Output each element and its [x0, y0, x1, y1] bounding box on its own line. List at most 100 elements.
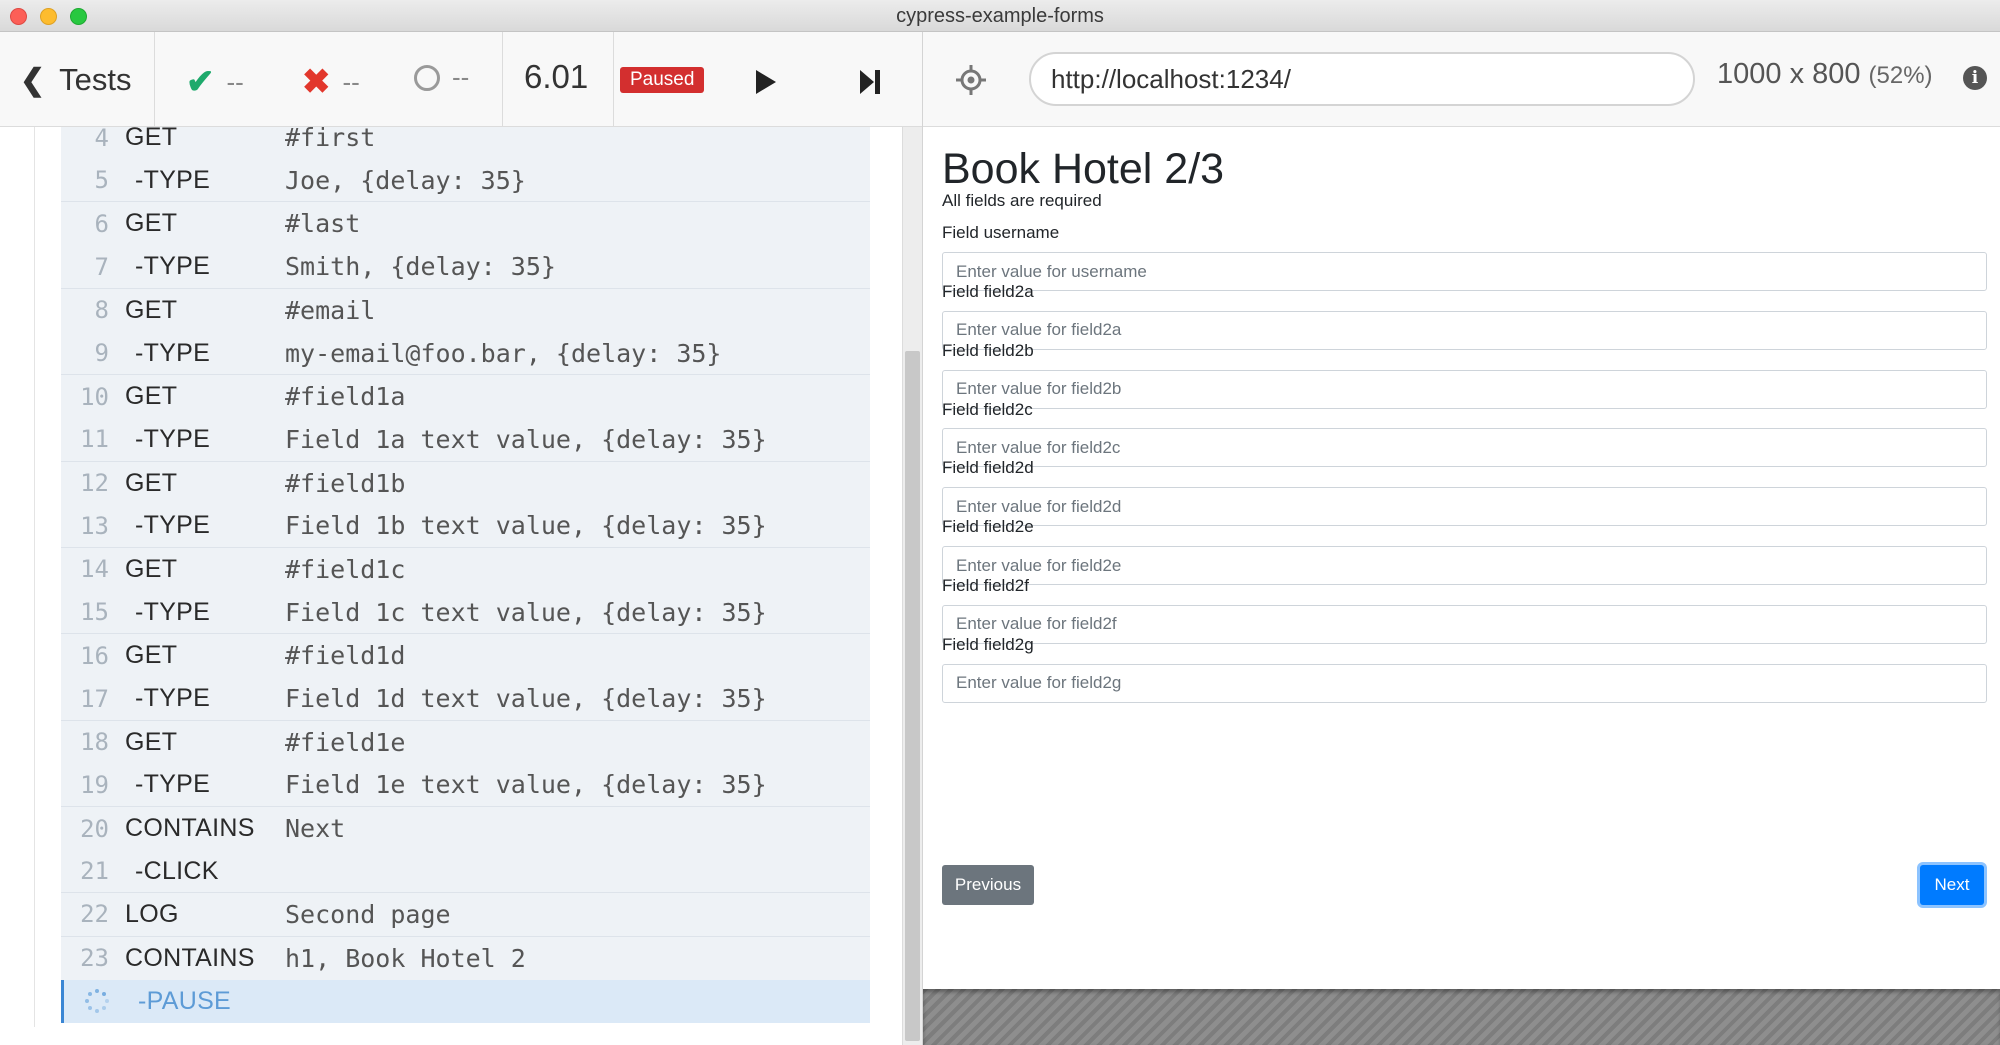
command-name: GET	[125, 127, 178, 152]
command-message: #first	[285, 127, 376, 153]
field-input[interactable]	[942, 252, 1987, 291]
url-bar[interactable]: http://localhost:1234/	[1029, 52, 1695, 106]
info-icon[interactable]: i	[1963, 66, 1987, 90]
command-number: 8	[94, 296, 109, 325]
command-number: 23	[80, 944, 109, 973]
window-titlebar: cypress-example-forms	[0, 0, 2000, 32]
tests-button[interactable]: ❮ Tests	[20, 60, 132, 100]
command-message: #field1b	[285, 468, 406, 498]
command-name: -TYPE	[135, 684, 211, 713]
command-row[interactable]: 7 -TYPE Smith, {delay: 35}	[61, 245, 870, 289]
field-input[interactable]	[942, 428, 1987, 468]
command-number: 5	[94, 166, 109, 195]
header-divider	[502, 32, 503, 126]
passed-stat: ✔ --	[186, 62, 244, 102]
previous-button[interactable]: Previous	[942, 865, 1034, 905]
field-input[interactable]	[942, 663, 1987, 703]
command-row[interactable]: 13 -TYPE Field 1b text value, {delay: 35}	[61, 504, 870, 548]
command-number: 6	[94, 209, 109, 238]
command-row[interactable]: 8 GET #email	[61, 288, 870, 332]
reporter-scrollbar[interactable]	[902, 127, 922, 1045]
viewport-scale: (52%)	[1868, 62, 1933, 89]
command-name: GET	[125, 554, 178, 583]
command-message: #field1c	[285, 554, 406, 584]
command-number: 9	[94, 339, 109, 368]
command-name: -TYPE	[135, 424, 211, 453]
command-row[interactable]: 16 GET #field1d	[61, 634, 870, 678]
command-message: Joe, {delay: 35}	[285, 165, 526, 195]
aut-panel: http://localhost:1234/ 1000 x 800 (52%) i…	[922, 32, 2000, 1045]
command-row[interactable]: 11 -TYPE Field 1a text value, {delay: 35}	[61, 418, 870, 462]
step-forward-icon[interactable]	[860, 70, 882, 94]
command-row[interactable]: 6 GET #last	[61, 202, 870, 246]
command-number: 18	[80, 728, 109, 757]
command-number: 17	[80, 684, 109, 713]
command-row[interactable]: 4 GET #first	[61, 127, 870, 160]
command-message: #field1e	[285, 727, 406, 757]
header-divider	[613, 32, 614, 126]
command-name: -PAUSE	[138, 986, 232, 1015]
command-row[interactable]: 23 CONTAINS h1, Book Hotel 2	[61, 936, 870, 980]
field-input[interactable]	[942, 369, 1987, 409]
chevron-left-icon: ❮	[20, 63, 46, 97]
command-name: GET	[125, 727, 178, 756]
command-message: Field 1d text value, {delay: 35}	[285, 684, 767, 714]
x-icon: ✖	[302, 63, 331, 101]
command-name: -TYPE	[135, 770, 211, 799]
command-message: h1, Book Hotel 2	[285, 943, 526, 973]
command-name: -TYPE	[135, 511, 211, 540]
command-message: Field 1b text value, {delay: 35}	[285, 511, 767, 541]
command-row[interactable]: 14 GET #field1c	[61, 547, 870, 592]
field-input[interactable]	[942, 604, 1987, 644]
command-message: my-email@foo.bar, {delay: 35}	[285, 338, 722, 368]
field-input[interactable]	[942, 310, 1987, 350]
command-name: GET	[125, 468, 178, 497]
page-title: Book Hotel 2/3	[942, 145, 1225, 193]
command-message: #field1d	[285, 641, 406, 671]
command-name: LOG	[125, 899, 179, 928]
command-list: 4 GET #first 5 -TYPE Joe, {delay: 35} 6 GET #las…	[61, 127, 870, 1023]
command-name: GET	[125, 382, 178, 411]
play-icon[interactable]	[756, 70, 776, 94]
command-message: #last	[285, 209, 361, 239]
field-input[interactable]	[942, 487, 1987, 527]
command-row[interactable]: 12 GET #field1b	[61, 461, 870, 505]
command-row[interactable]: 20 CONTAINS Next	[61, 807, 870, 851]
command-row[interactable]: 10 GET #field1a	[61, 375, 870, 419]
command-number: 11	[80, 425, 109, 454]
scrollbar-thumb[interactable]	[905, 351, 920, 1041]
field-label: Field field2a	[942, 282, 1034, 301]
command-message: Field 1c text value, {delay: 35}	[285, 597, 767, 627]
command-row[interactable]: 5 -TYPE Joe, {delay: 35}	[61, 159, 870, 203]
command-row[interactable]: 17 -TYPE Field 1d text value, {delay: 35}	[61, 677, 870, 721]
command-message: Second page	[285, 899, 451, 929]
test-duration: 6.01	[524, 58, 589, 95]
command-row[interactable]: 15 -TYPE Field 1c text value, {delay: 35}	[61, 591, 870, 635]
field-label: Field field2d	[942, 458, 1034, 478]
command-number: 19	[80, 770, 109, 799]
command-number: 7	[94, 252, 109, 281]
command-row[interactable]: 9 -TYPE my-email@foo.bar, {delay: 35}	[61, 331, 870, 376]
next-button[interactable]: Next	[1920, 865, 1984, 905]
command-row[interactable]: 22 LOG Second page	[61, 893, 870, 937]
field-input[interactable]	[942, 546, 1987, 585]
field-label: Field field2f	[942, 576, 1029, 595]
crosshair-icon[interactable]	[955, 64, 987, 96]
check-icon: ✔	[186, 63, 215, 101]
failed-stat: ✖ --	[302, 62, 360, 102]
command-row-active[interactable]: -PAUSE	[61, 979, 870, 1023]
tests-label: Tests	[59, 62, 132, 97]
command-row[interactable]: 18 GET #field1e	[61, 720, 870, 764]
command-row[interactable]: 19 -TYPE Field 1e text value, {delay: 35}	[61, 763, 870, 807]
command-number: 21	[80, 857, 109, 886]
spinner-icon	[84, 988, 110, 1014]
field-label: Field field2g	[942, 634, 1034, 654]
field-label: Field username	[942, 223, 1060, 242]
command-number: 20	[80, 814, 109, 843]
circle-icon	[414, 64, 440, 91]
command-row[interactable]: 21 -CLICK	[61, 850, 870, 894]
pending-stat: --	[414, 62, 469, 93]
command-name: CONTAINS	[125, 943, 255, 972]
field-label: Field field2e	[942, 517, 1034, 537]
viewport-size: 1000 x 800	[1717, 58, 1861, 90]
